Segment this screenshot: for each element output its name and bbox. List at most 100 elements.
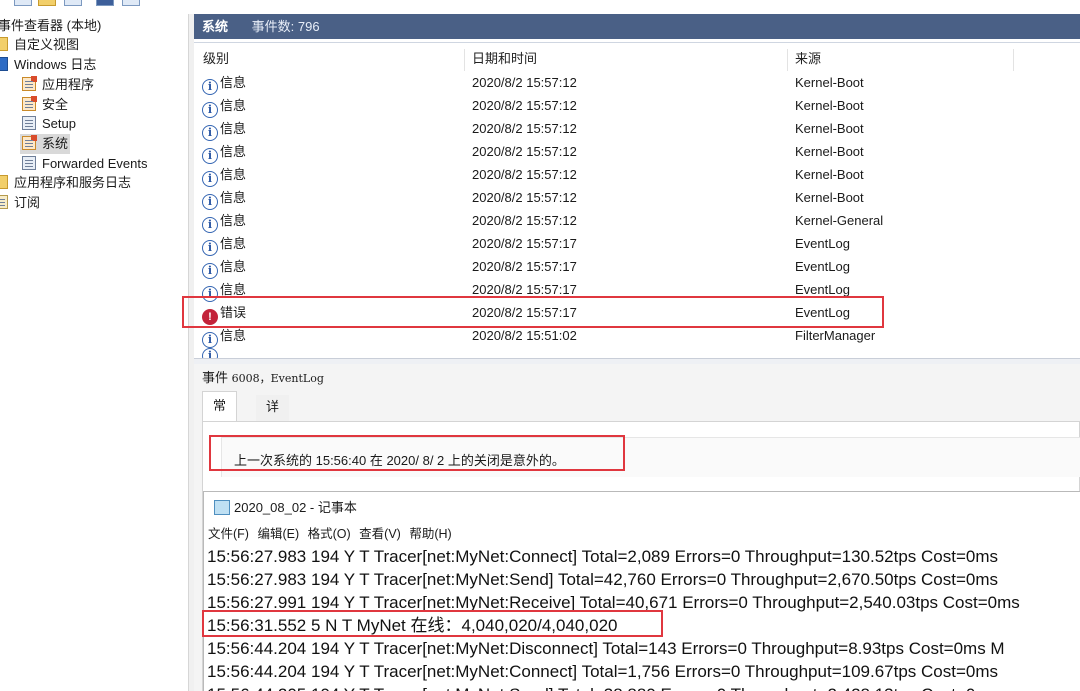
notepad-text-area[interactable]: 15:56:27.983 194 Y T Tracer[net:MyNet:Co… (207, 545, 1080, 691)
row-source: EventLog (795, 282, 850, 297)
table-row-error[interactable]: ! 错误 2020/8/2 15:57:17 EventLog (194, 301, 1080, 325)
row-datetime: 2020/8/2 15:57:17 (472, 259, 577, 274)
row-source: Kernel-Boot (795, 144, 864, 159)
table-row[interactable]: i 信息 2020/8/2 15:57:12 Kernel-General (194, 209, 1080, 233)
table-row[interactable]: i 信息 2020/8/2 15:57:12 Kernel-Boot (194, 163, 1080, 187)
tree-root[interactable]: 事件查看器 (本地) (0, 16, 101, 36)
info-icon: i (202, 102, 218, 118)
table-row[interactable]: i 信息 2020/8/2 15:57:17 EventLog (194, 255, 1080, 279)
tree-item-forwarded-events[interactable]: Forwarded Events (22, 154, 148, 174)
log-icon (22, 135, 37, 150)
table-row[interactable]: i 信息 2020/8/2 15:57:12 Kernel-Boot (194, 117, 1080, 141)
grid-icon[interactable] (64, 0, 82, 6)
tree-item-label: 订阅 (14, 195, 41, 210)
notepad-title-bar[interactable]: 2020_08_02 - 记事本 (214, 498, 357, 518)
table-row[interactable]: i 信息 2020/8/2 15:57:17 EventLog (194, 278, 1080, 302)
info-icon: i (202, 125, 218, 141)
menu-edit[interactable]: 编辑(E) (257, 527, 299, 541)
open-folder-icon[interactable] (38, 0, 56, 6)
log-line: 15:56:27.983 194 Y T Tracer[net:MyNet:Co… (207, 547, 999, 566)
details-title-event: 6008，EventLog (231, 372, 324, 385)
log-icon (22, 156, 36, 170)
log-icon (22, 76, 37, 91)
row-level: i 信息 (202, 278, 246, 302)
row-level-text: 信息 (220, 190, 247, 205)
menu-file[interactable]: 文件(F) (208, 527, 249, 541)
table-row[interactable]: i 信息 2020/8/2 15:57:17 EventLog (194, 232, 1080, 256)
navigation-tree: 事件查看器 (本地) 自定义视图 Windows 日志 应用程序 安全 Setu… (0, 14, 188, 691)
menu-format[interactable]: 格式(O) (308, 527, 351, 541)
panel-icon[interactable] (122, 0, 140, 6)
event-list: 级别 日期和时间 来源 i 信息 2020/8/2 15:57:12 Kernel-B… (194, 42, 1080, 358)
column-divider[interactable] (787, 49, 788, 71)
row-datetime: 2020/8/2 15:57:12 (472, 121, 577, 136)
log-line: 15:56:44.204 194 Y T Tracer[net:MyNet:Co… (207, 662, 999, 681)
row-datetime: 2020/8/2 15:51:02 (472, 328, 577, 343)
tab-details[interactable]: 详细信息 (256, 395, 290, 486)
table-row[interactable]: i 信息 2020/8/2 15:57:12 Kernel-Boot (194, 94, 1080, 118)
column-header-source[interactable]: 来源 (795, 47, 821, 71)
column-divider[interactable] (464, 49, 465, 71)
row-datetime: 2020/8/2 15:57:17 (472, 305, 577, 320)
log-line: 15:56:44.204 194 Y T Tracer[net:MyNet:Di… (207, 639, 1005, 658)
table-row[interactable]: i 信息 2020/8/2 15:57:12 Kernel-Boot (194, 186, 1080, 210)
row-source: Kernel-Boot (795, 75, 864, 90)
event-count: 事件数: 796 (251, 19, 320, 34)
subscription-icon (0, 195, 8, 209)
menu-help[interactable]: 帮助(H) (409, 527, 451, 541)
table-row[interactable]: i (194, 346, 1080, 358)
column-header-level[interactable]: 级别 (203, 47, 229, 71)
table-row[interactable]: i 信息 2020/8/2 15:51:02 FilterManager (194, 324, 1080, 348)
tree-item-label: Setup (42, 116, 76, 131)
row-level: i 信息 (202, 140, 246, 164)
table-row[interactable]: i 信息 2020/8/2 15:57:12 Kernel-Boot (194, 140, 1080, 164)
log-line: 15:56:27.983 194 Y T Tracer[net:MyNet:Se… (207, 570, 999, 589)
tree-item-label: Forwarded Events (42, 156, 148, 171)
row-datetime: 2020/8/2 15:57:12 (472, 144, 577, 159)
notepad-icon (214, 500, 230, 515)
column-divider[interactable] (1013, 49, 1014, 71)
tree-item-security[interactable]: 安全 (22, 95, 68, 115)
row-level-text: 信息 (220, 144, 247, 159)
table-row[interactable]: i 信息 2020/8/2 15:57:12 Kernel-Boot (194, 71, 1080, 95)
info-icon: i (202, 348, 218, 358)
row-source: Kernel-Boot (795, 98, 864, 113)
folder-icon (0, 175, 8, 189)
row-level: i 信息 (202, 163, 246, 187)
log-line: 15:56:31.552 5 N T MyNet 在线：4,040,020/4,… (207, 616, 618, 635)
tree-item-label: Windows 日志 (14, 57, 97, 72)
menu-view[interactable]: 查看(V) (359, 527, 401, 541)
row-level-text: 错误 (220, 305, 247, 320)
row-level: i 信息 (202, 255, 246, 279)
info-icon: i (202, 217, 218, 233)
tree-item-setup[interactable]: Setup (22, 114, 76, 134)
row-source: Kernel-Boot (795, 190, 864, 205)
tree-item-custom-views[interactable]: 自定义视图 (0, 35, 79, 55)
toolbar (0, 0, 1080, 8)
message-box: 上一次系统的 15:56:40 在 2020/ 8/ 2 上的关闭是意外的。 (221, 437, 1080, 477)
column-header-datetime[interactable]: 日期和时间 (472, 47, 537, 71)
tree-item-application[interactable]: 应用程序 (22, 75, 94, 95)
notepad-menu: 文件(F) 编辑(E) 格式(O) 查看(V) 帮助(H) (208, 524, 457, 544)
windows-logs-icon (0, 57, 8, 71)
log-icon (22, 116, 36, 130)
log-icon (22, 96, 37, 111)
tree-item-app-service-logs[interactable]: 应用程序和服务日志 (0, 173, 131, 193)
help-icon[interactable] (96, 0, 114, 6)
details-title-prefix: 事件 (202, 370, 229, 385)
row-level-text: 信息 (220, 328, 247, 343)
tab-general[interactable]: 常规 (202, 391, 238, 441)
row-level-text: 信息 (220, 75, 247, 90)
log-line: 15:56:27.991 194 Y T Tracer[net:MyNet:Re… (207, 593, 1020, 612)
row-source: Kernel-Boot (795, 167, 864, 182)
tree-item-windows-logs[interactable]: Windows 日志 (0, 55, 96, 75)
tree-item-label: 应用程序和服务日志 (14, 175, 132, 190)
row-level: i (202, 340, 220, 358)
tree-item-subscriptions[interactable]: 订阅 (0, 193, 40, 213)
row-level-text: 信息 (220, 259, 247, 274)
tree-item-system[interactable]: 系统 (20, 134, 71, 154)
back-icon[interactable] (14, 0, 32, 6)
notepad-window: 2020_08_02 - 记事本 文件(F) 编辑(E) 格式(O) 查看(V)… (203, 491, 1080, 691)
row-level: i 信息 (202, 117, 246, 141)
tree-item-label: 应用程序 (42, 77, 95, 92)
